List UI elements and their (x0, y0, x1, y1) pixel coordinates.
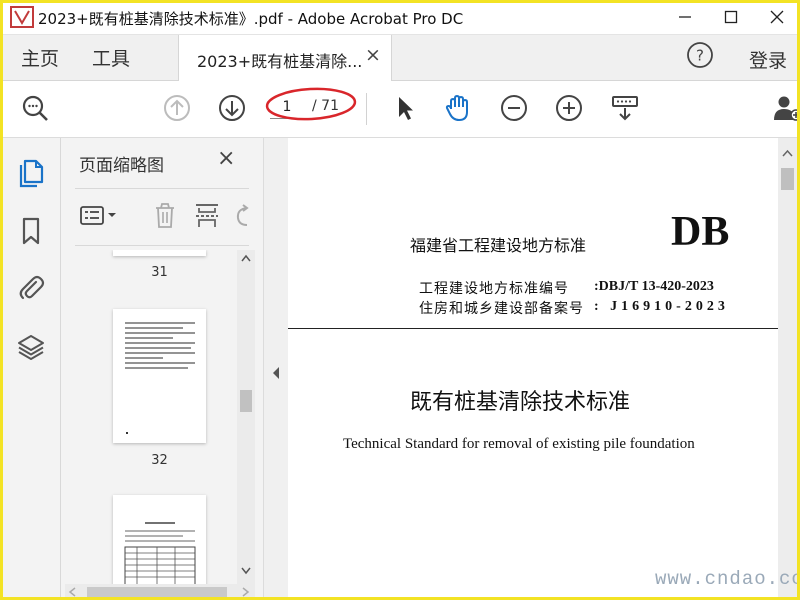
thumbnail-horizontal-scrollbar[interactable] (65, 584, 255, 600)
document-page: 福建省工程建设地方标准 DB 工程建设地方标准编号 :DBJ/T 13-420-… (288, 138, 778, 600)
document-vertical-scrollbar[interactable] (778, 138, 797, 600)
thumbnail-page-32[interactable] (113, 309, 206, 443)
select-arrow-icon[interactable] (390, 93, 420, 123)
main-toolbar: 1 / 71 (0, 81, 800, 138)
doc-english-title: Technical Standard for removal of existi… (343, 436, 695, 452)
site-logo-icon (10, 6, 34, 28)
maximize-icon (724, 10, 738, 24)
insert-page-icon[interactable] (193, 201, 221, 229)
doc-record-label: 住房和城乡建设部备案号 (419, 301, 584, 317)
tab-tools[interactable]: 工具 (92, 44, 130, 71)
close-icon (770, 10, 784, 24)
page-33-table-lines (124, 522, 196, 584)
document-tab-close-button[interactable]: × (365, 44, 381, 66)
hscroll-arrows (68, 587, 250, 597)
doc-db-badge: DB (671, 209, 730, 255)
tab-home[interactable]: 主页 (21, 44, 59, 71)
tab-bar: 主页 工具 2023+既有桩基清除... × ? 登录 (0, 35, 800, 81)
collapse-panel-icon (273, 367, 279, 379)
site-watermark: www.cndao.com (655, 568, 800, 590)
page-down-icon[interactable] (217, 93, 247, 123)
thumbnail-panel: 页面缩略图 × 31 32 (61, 138, 263, 600)
doc-scrollbar-thumb (781, 149, 794, 190)
doc-std-number-value: :DBJ/T 13-420-2023 (594, 279, 714, 294)
zoom-out-icon[interactable] (499, 93, 529, 123)
panel-toolbar (75, 188, 249, 246)
layers-icon[interactable] (16, 332, 46, 362)
thumbnail-page-31[interactable] (113, 250, 206, 256)
page-up-icon[interactable] (162, 93, 192, 123)
thumbnail-options-icon[interactable] (79, 201, 119, 229)
page-display-icon[interactable] (610, 93, 640, 123)
scrollbar-arrows (240, 254, 252, 575)
toolbar-divider (366, 93, 367, 125)
panel-close-button[interactable]: × (217, 146, 235, 171)
doc-record-value: : J16910-2023 (594, 299, 729, 314)
delete-page-icon[interactable] (151, 201, 179, 229)
thumbnail-page-number: 31 (151, 265, 168, 280)
doc-std-number-label: 工程建设地方标准编号 (419, 281, 569, 297)
attachment-icon[interactable] (16, 273, 46, 303)
help-icon: ? (687, 42, 713, 68)
maximize-button[interactable] (708, 0, 754, 34)
help-button[interactable]: ? (686, 41, 714, 69)
document-tab[interactable]: 2023+既有桩基清除... × (178, 35, 392, 81)
page-thumbnails-icon[interactable] (16, 158, 46, 188)
help-glyph: ? (696, 47, 704, 65)
panel-splitter[interactable] (263, 138, 289, 600)
minimize-icon (679, 16, 691, 18)
doc-title: 既有桩基清除技术标准 (410, 390, 631, 415)
search-zoom-icon[interactable] (20, 93, 50, 123)
login-button[interactable]: 登录 (749, 46, 787, 73)
annotation-ellipse (265, 87, 357, 121)
document-tab-label: 2023+既有桩基清除... (197, 52, 363, 71)
thumbnail-vertical-scrollbar[interactable] (237, 250, 255, 584)
doc-heading: 福建省工程建设地方标准 (410, 236, 587, 255)
page-32-text-lines (125, 322, 195, 434)
zoom-in-icon[interactable] (554, 93, 584, 123)
window-title: 2023+既有桩基清除技术标准》.pdf - Adobe Acrobat Pro… (38, 10, 464, 28)
close-window-button[interactable] (754, 0, 800, 34)
thumbnail-page-number: 32 (151, 453, 168, 468)
minimize-button[interactable] (662, 0, 708, 34)
hand-tool-icon[interactable] (443, 93, 473, 123)
rotate-page-icon[interactable] (233, 201, 249, 229)
thumbnail-page-33[interactable] (113, 495, 206, 584)
title-bar: 2023+既有桩基清除技术标准》.pdf - Adobe Acrobat Pro… (0, 0, 800, 35)
share-user-icon[interactable] (772, 93, 800, 123)
navigation-rail (0, 138, 61, 600)
panel-title: 页面缩略图 (79, 156, 164, 176)
bookmark-icon[interactable] (16, 216, 46, 246)
doc-divider-line (288, 328, 778, 329)
thumbnail-list: 31 32 (61, 250, 237, 584)
